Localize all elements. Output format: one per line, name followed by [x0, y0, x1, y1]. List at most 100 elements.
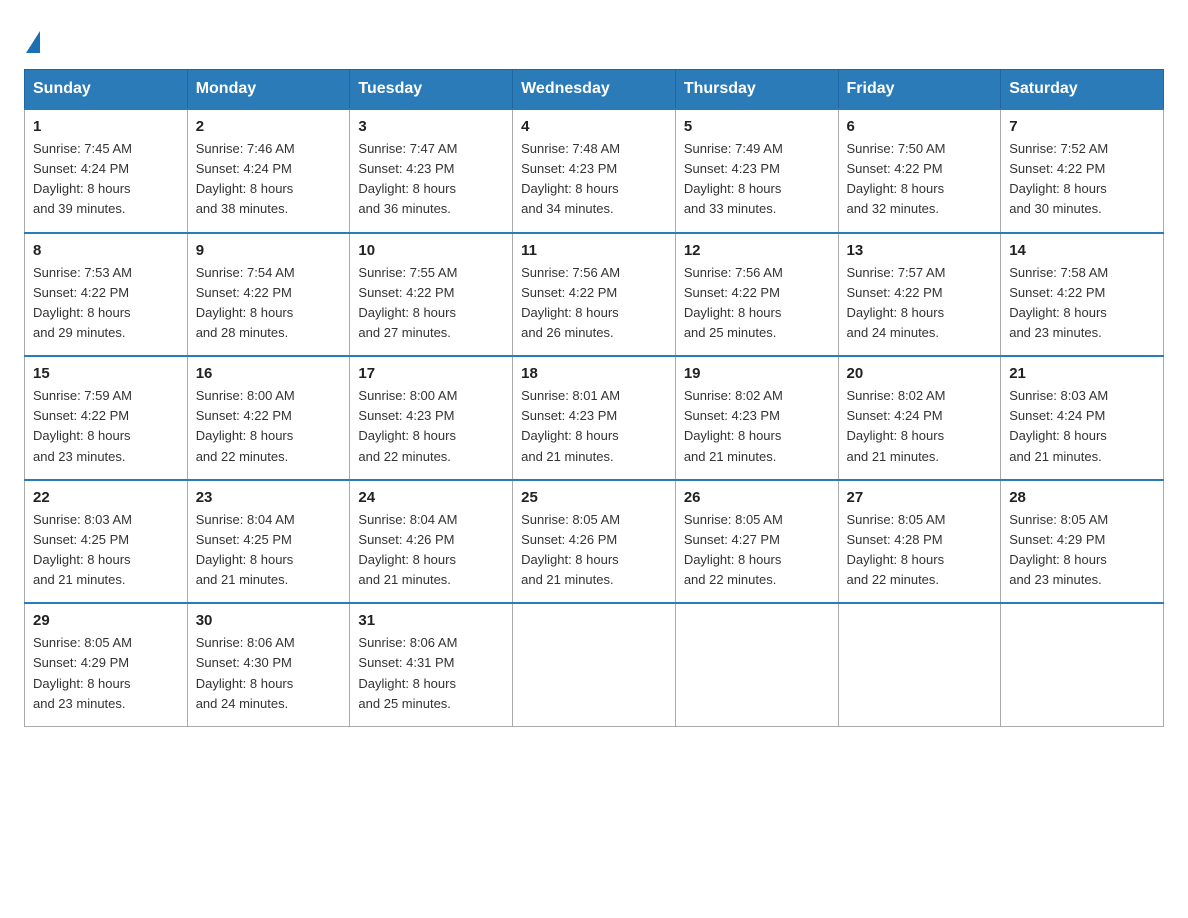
day-number: 30 [196, 612, 342, 629]
day-number: 28 [1009, 489, 1155, 506]
calendar-cell: 26 Sunrise: 8:05 AM Sunset: 4:27 PM Dayl… [675, 480, 838, 604]
header-monday: Monday [187, 70, 350, 110]
day-number: 10 [358, 242, 504, 259]
day-info: Sunrise: 7:46 AM Sunset: 4:24 PM Dayligh… [196, 139, 342, 220]
day-info: Sunrise: 8:05 AM Sunset: 4:29 PM Dayligh… [1009, 510, 1155, 591]
day-info: Sunrise: 8:05 AM Sunset: 4:28 PM Dayligh… [847, 510, 993, 591]
calendar-cell: 15 Sunrise: 7:59 AM Sunset: 4:22 PM Dayl… [25, 356, 188, 480]
calendar-cell: 25 Sunrise: 8:05 AM Sunset: 4:26 PM Dayl… [513, 480, 676, 604]
day-number: 31 [358, 612, 504, 629]
day-info: Sunrise: 7:54 AM Sunset: 4:22 PM Dayligh… [196, 263, 342, 344]
calendar-cell: 2 Sunrise: 7:46 AM Sunset: 4:24 PM Dayli… [187, 109, 350, 233]
calendar-cell: 8 Sunrise: 7:53 AM Sunset: 4:22 PM Dayli… [25, 233, 188, 357]
day-info: Sunrise: 7:49 AM Sunset: 4:23 PM Dayligh… [684, 139, 830, 220]
calendar-cell: 3 Sunrise: 7:47 AM Sunset: 4:23 PM Dayli… [350, 109, 513, 233]
day-info: Sunrise: 7:45 AM Sunset: 4:24 PM Dayligh… [33, 139, 179, 220]
day-info: Sunrise: 8:05 AM Sunset: 4:26 PM Dayligh… [521, 510, 667, 591]
calendar-week-row: 8 Sunrise: 7:53 AM Sunset: 4:22 PM Dayli… [25, 233, 1164, 357]
day-info: Sunrise: 7:48 AM Sunset: 4:23 PM Dayligh… [521, 139, 667, 220]
calendar-cell: 6 Sunrise: 7:50 AM Sunset: 4:22 PM Dayli… [838, 109, 1001, 233]
day-number: 2 [196, 118, 342, 135]
day-number: 27 [847, 489, 993, 506]
day-number: 7 [1009, 118, 1155, 135]
day-number: 4 [521, 118, 667, 135]
day-info: Sunrise: 7:56 AM Sunset: 4:22 PM Dayligh… [521, 263, 667, 344]
day-info: Sunrise: 8:01 AM Sunset: 4:23 PM Dayligh… [521, 386, 667, 467]
calendar-cell: 27 Sunrise: 8:05 AM Sunset: 4:28 PM Dayl… [838, 480, 1001, 604]
calendar-cell: 11 Sunrise: 7:56 AM Sunset: 4:22 PM Dayl… [513, 233, 676, 357]
page-header [24, 24, 1164, 49]
day-info: Sunrise: 8:05 AM Sunset: 4:27 PM Dayligh… [684, 510, 830, 591]
day-number: 9 [196, 242, 342, 259]
day-info: Sunrise: 7:50 AM Sunset: 4:22 PM Dayligh… [847, 139, 993, 220]
day-number: 12 [684, 242, 830, 259]
day-number: 17 [358, 365, 504, 382]
calendar-cell: 24 Sunrise: 8:04 AM Sunset: 4:26 PM Dayl… [350, 480, 513, 604]
header-sunday: Sunday [25, 70, 188, 110]
calendar-week-row: 1 Sunrise: 7:45 AM Sunset: 4:24 PM Dayli… [25, 109, 1164, 233]
day-info: Sunrise: 8:06 AM Sunset: 4:30 PM Dayligh… [196, 633, 342, 714]
day-info: Sunrise: 7:55 AM Sunset: 4:22 PM Dayligh… [358, 263, 504, 344]
day-number: 15 [33, 365, 179, 382]
header-wednesday: Wednesday [513, 70, 676, 110]
day-number: 19 [684, 365, 830, 382]
day-info: Sunrise: 7:53 AM Sunset: 4:22 PM Dayligh… [33, 263, 179, 344]
calendar-cell: 13 Sunrise: 7:57 AM Sunset: 4:22 PM Dayl… [838, 233, 1001, 357]
day-number: 16 [196, 365, 342, 382]
day-number: 5 [684, 118, 830, 135]
calendar-cell: 4 Sunrise: 7:48 AM Sunset: 4:23 PM Dayli… [513, 109, 676, 233]
calendar-cell: 19 Sunrise: 8:02 AM Sunset: 4:23 PM Dayl… [675, 356, 838, 480]
day-info: Sunrise: 7:56 AM Sunset: 4:22 PM Dayligh… [684, 263, 830, 344]
day-info: Sunrise: 7:57 AM Sunset: 4:22 PM Dayligh… [847, 263, 993, 344]
day-info: Sunrise: 7:59 AM Sunset: 4:22 PM Dayligh… [33, 386, 179, 467]
header-friday: Friday [838, 70, 1001, 110]
calendar-cell: 22 Sunrise: 8:03 AM Sunset: 4:25 PM Dayl… [25, 480, 188, 604]
day-number: 22 [33, 489, 179, 506]
calendar-cell [838, 603, 1001, 726]
header-thursday: Thursday [675, 70, 838, 110]
day-number: 13 [847, 242, 993, 259]
day-number: 8 [33, 242, 179, 259]
calendar-cell: 28 Sunrise: 8:05 AM Sunset: 4:29 PM Dayl… [1001, 480, 1164, 604]
calendar-cell: 1 Sunrise: 7:45 AM Sunset: 4:24 PM Dayli… [25, 109, 188, 233]
calendar-header-row: Sunday Monday Tuesday Wednesday Thursday… [25, 70, 1164, 110]
calendar-cell: 29 Sunrise: 8:05 AM Sunset: 4:29 PM Dayl… [25, 603, 188, 726]
calendar-cell: 14 Sunrise: 7:58 AM Sunset: 4:22 PM Dayl… [1001, 233, 1164, 357]
calendar-cell: 30 Sunrise: 8:06 AM Sunset: 4:30 PM Dayl… [187, 603, 350, 726]
day-number: 23 [196, 489, 342, 506]
logo [24, 24, 42, 49]
day-number: 1 [33, 118, 179, 135]
calendar-cell [513, 603, 676, 726]
calendar-cell: 20 Sunrise: 8:02 AM Sunset: 4:24 PM Dayl… [838, 356, 1001, 480]
calendar-week-row: 22 Sunrise: 8:03 AM Sunset: 4:25 PM Dayl… [25, 480, 1164, 604]
calendar-week-row: 15 Sunrise: 7:59 AM Sunset: 4:22 PM Dayl… [25, 356, 1164, 480]
day-info: Sunrise: 8:02 AM Sunset: 4:23 PM Dayligh… [684, 386, 830, 467]
day-info: Sunrise: 7:47 AM Sunset: 4:23 PM Dayligh… [358, 139, 504, 220]
calendar-cell: 23 Sunrise: 8:04 AM Sunset: 4:25 PM Dayl… [187, 480, 350, 604]
day-number: 26 [684, 489, 830, 506]
calendar-cell: 17 Sunrise: 8:00 AM Sunset: 4:23 PM Dayl… [350, 356, 513, 480]
day-info: Sunrise: 8:00 AM Sunset: 4:23 PM Dayligh… [358, 386, 504, 467]
day-info: Sunrise: 8:06 AM Sunset: 4:31 PM Dayligh… [358, 633, 504, 714]
calendar-week-row: 29 Sunrise: 8:05 AM Sunset: 4:29 PM Dayl… [25, 603, 1164, 726]
day-info: Sunrise: 8:05 AM Sunset: 4:29 PM Dayligh… [33, 633, 179, 714]
day-number: 3 [358, 118, 504, 135]
calendar-cell: 21 Sunrise: 8:03 AM Sunset: 4:24 PM Dayl… [1001, 356, 1164, 480]
day-info: Sunrise: 8:02 AM Sunset: 4:24 PM Dayligh… [847, 386, 993, 467]
day-info: Sunrise: 8:03 AM Sunset: 4:24 PM Dayligh… [1009, 386, 1155, 467]
calendar-table: Sunday Monday Tuesday Wednesday Thursday… [24, 69, 1164, 727]
day-number: 25 [521, 489, 667, 506]
calendar-cell [1001, 603, 1164, 726]
day-number: 11 [521, 242, 667, 259]
calendar-cell: 12 Sunrise: 7:56 AM Sunset: 4:22 PM Dayl… [675, 233, 838, 357]
day-number: 14 [1009, 242, 1155, 259]
calendar-cell [675, 603, 838, 726]
calendar-cell: 10 Sunrise: 7:55 AM Sunset: 4:22 PM Dayl… [350, 233, 513, 357]
day-number: 20 [847, 365, 993, 382]
day-info: Sunrise: 7:58 AM Sunset: 4:22 PM Dayligh… [1009, 263, 1155, 344]
calendar-cell: 9 Sunrise: 7:54 AM Sunset: 4:22 PM Dayli… [187, 233, 350, 357]
calendar-cell: 18 Sunrise: 8:01 AM Sunset: 4:23 PM Dayl… [513, 356, 676, 480]
calendar-cell: 5 Sunrise: 7:49 AM Sunset: 4:23 PM Dayli… [675, 109, 838, 233]
header-tuesday: Tuesday [350, 70, 513, 110]
day-number: 6 [847, 118, 993, 135]
